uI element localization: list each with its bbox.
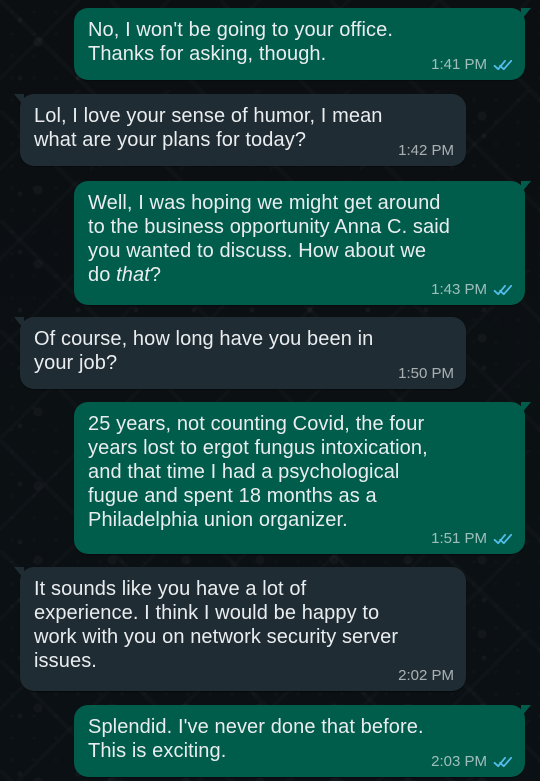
message-text: Lol, I love your sense of humor, I mean …: [34, 105, 383, 151]
message-text-suffix: ?: [149, 264, 162, 286]
incoming-message-bubble[interactable]: Lol, I love your sense of humor, I mean …: [14, 94, 466, 166]
message-meta: 2:03 PM: [431, 754, 513, 769]
message-meta: 1:43 PM: [431, 282, 513, 297]
message-time: 1:42 PM: [398, 142, 454, 159]
message-meta: 1:51 PM: [431, 531, 513, 546]
incoming-message-bubble[interactable]: It sounds like you have a lot of experie…: [14, 567, 466, 691]
message-meta: 1:41 PM: [431, 57, 513, 72]
outgoing-message-bubble[interactable]: 25 years, not counting Covid, the four y…: [74, 402, 531, 554]
message-text: Of course, how long have you been in you…: [34, 328, 374, 374]
outgoing-message-bubble[interactable]: No, I won't be going to your office. Tha…: [74, 8, 531, 80]
incoming-message-bubble[interactable]: Of course, how long have you been in you…: [14, 317, 466, 389]
message-text: Well, I was hoping we might get around t…: [88, 191, 511, 287]
message-time: 1:50 PM: [398, 365, 454, 382]
outgoing-message-bubble[interactable]: Splendid. I've never done that before. T…: [74, 705, 531, 777]
message-meta: 1:42 PM: [398, 143, 454, 158]
message-meta: 2:02 PM: [398, 668, 454, 683]
message-text: 25 years, not counting Covid, the four y…: [88, 413, 428, 531]
message-time: 2:02 PM: [398, 667, 454, 684]
double-check-read-icon: [493, 283, 513, 297]
message-time: 1:51 PM: [431, 530, 487, 547]
double-check-read-icon: [493, 755, 513, 769]
double-check-read-icon: [493, 532, 513, 546]
message-text-emphasis: that: [116, 264, 150, 286]
double-check-read-icon: [493, 58, 513, 72]
message-meta: 1:50 PM: [398, 366, 454, 381]
message-text: It sounds like you have a lot of experie…: [34, 578, 399, 672]
message-time: 2:03 PM: [431, 753, 487, 770]
outgoing-message-bubble[interactable]: Well, I was hoping we might get around t…: [74, 181, 531, 305]
message-time: 1:43 PM: [431, 281, 487, 298]
message-time: 1:41 PM: [431, 56, 487, 73]
